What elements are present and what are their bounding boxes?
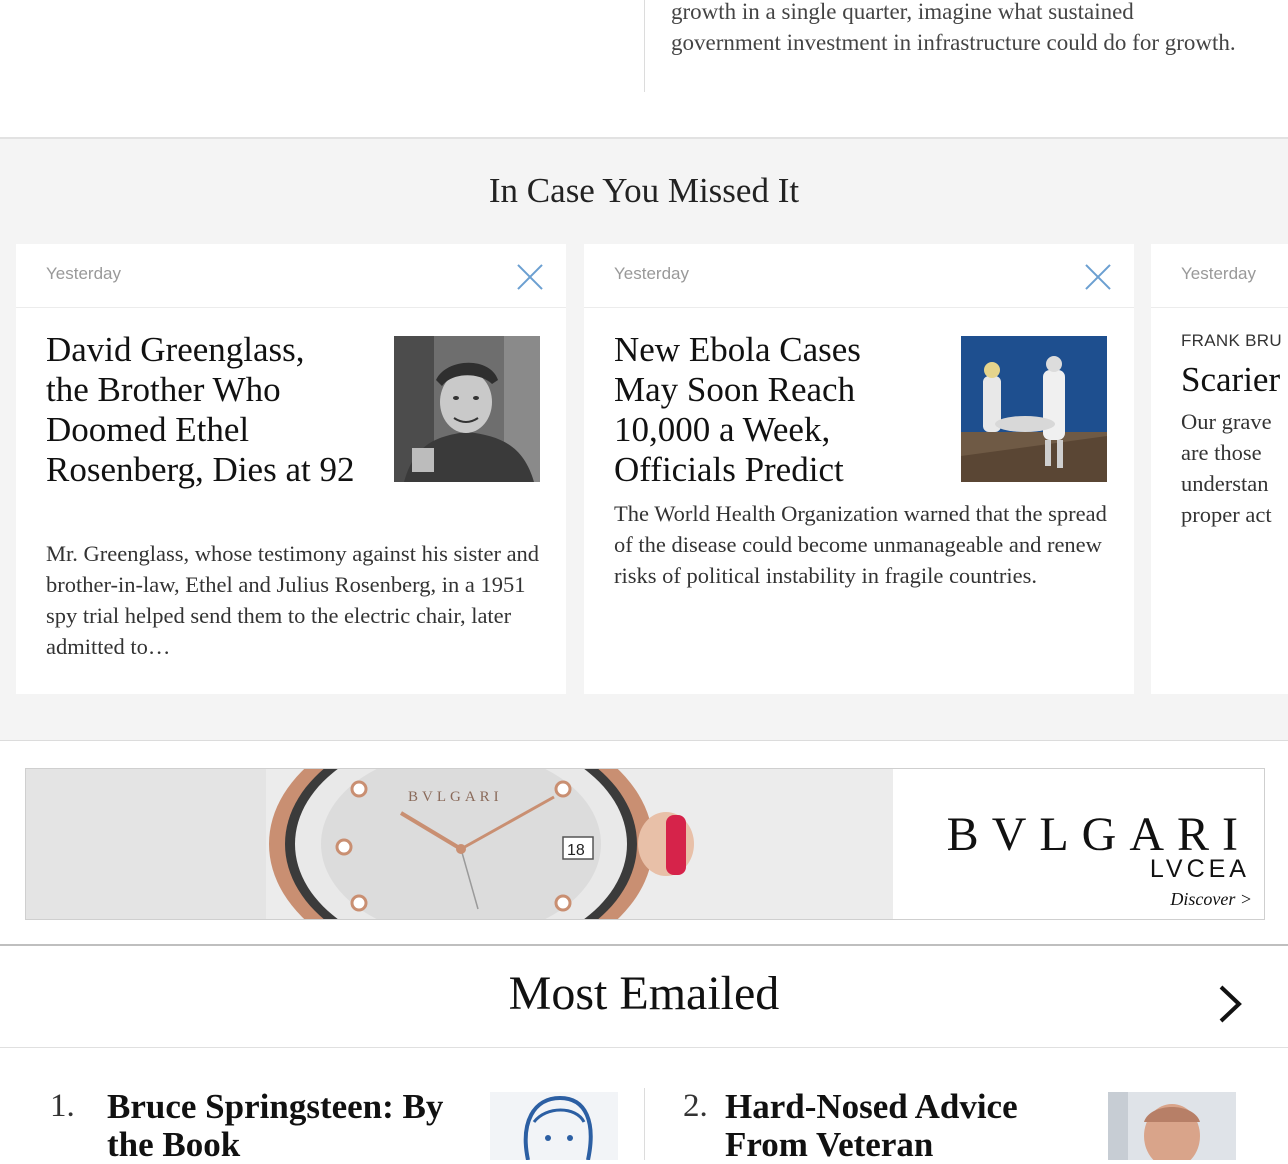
dial-date: 18 (567, 842, 585, 859)
chevron-right-icon[interactable] (1213, 984, 1249, 1024)
bvlgari-ad-banner[interactable]: BVLGARI 18 BVLGARI LVCEA Discover > (25, 768, 1265, 920)
portrait-photo[interactable] (394, 336, 540, 482)
summary-line: proper act (1181, 502, 1272, 527)
summary-line: Our grave (1181, 409, 1272, 434)
summary-line: understan (1181, 471, 1269, 496)
column-divider (644, 1088, 645, 1160)
most-emailed-title[interactable]: Most Emailed (0, 966, 1288, 1021)
summary-line: are those (1181, 440, 1262, 465)
watch-photo: BVLGARI 18 (26, 769, 893, 919)
dial-brand: BVLGARI (408, 789, 503, 805)
list-rank: 1. (50, 1088, 75, 1124)
in-case-you-missed-it-section: In Case You Missed It Yesterday David Gr… (0, 139, 1288, 741)
card-headline[interactable]: David Greenglass, the Brother Who Doomed… (46, 330, 356, 490)
card-summary: The World Health Organization warned tha… (614, 501, 1107, 588)
story-card-1[interactable]: Yesterday David Greenglass, the Brother … (16, 244, 566, 694)
story-card-2[interactable]: Yesterday New Ebola Cases May Soon Reach… (584, 244, 1134, 694)
card-date: Yesterday (46, 264, 121, 283)
card-kicker: FRANK BRU (1181, 331, 1282, 350)
top-article-summary: growth in a single quarter, imagine what… (671, 0, 1236, 55)
list-rank: 2. (683, 1088, 708, 1124)
close-icon[interactable] (1084, 263, 1112, 291)
ad-brand-logo: BVLGARI (946, 808, 1251, 861)
ad-product-name: LVCEA (1149, 855, 1250, 883)
divider (0, 1047, 1288, 1048)
story-card-3[interactable]: Yesterday FRANK BRU Scarier Our grave ar… (1151, 244, 1288, 694)
veteran-photo[interactable] (1108, 1092, 1236, 1160)
most-emailed-headline-1[interactable]: Bruce Springsteen: By the Book (107, 1088, 467, 1164)
card-summary: Mr. Greenglass, whose testimony against … (46, 541, 540, 659)
card-header: Yesterday (16, 244, 566, 308)
ebola-photo[interactable] (961, 336, 1107, 482)
top-article-snippet: growth in a single quarter, imagine what… (644, 0, 1245, 92)
card-headline[interactable]: Scarier (1181, 360, 1288, 400)
springsteen-illustration[interactable] (490, 1092, 618, 1160)
card-date: Yesterday (1181, 264, 1256, 283)
divider (0, 944, 1288, 946)
close-icon[interactable] (516, 263, 544, 291)
card-header: Yesterday (1151, 244, 1288, 308)
section-title: In Case You Missed It (488, 171, 800, 210)
most-emailed-headline-2[interactable]: Hard-Nosed Advice From Veteran (725, 1088, 1085, 1164)
card-summary: Our grave are those understan proper act (1181, 406, 1288, 530)
card-headline[interactable]: New Ebola Cases May Soon Reach 10,000 a … (614, 330, 924, 490)
ad-discover-link[interactable]: Discover > (1170, 889, 1252, 910)
card-header: Yesterday (584, 244, 1134, 308)
card-date: Yesterday (614, 264, 689, 283)
